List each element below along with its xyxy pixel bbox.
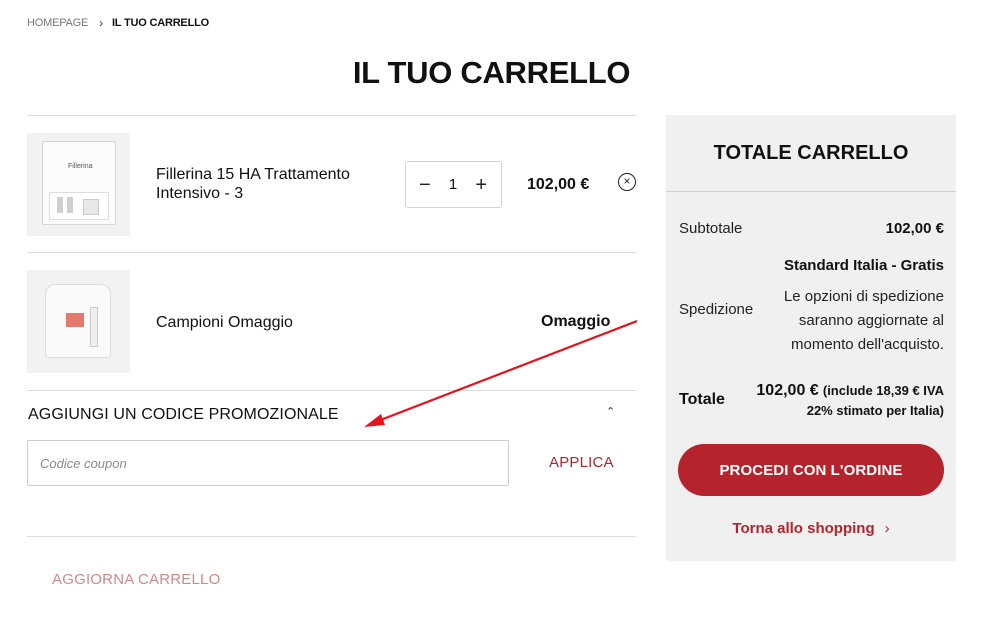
product-thumbnail[interactable] <box>27 270 130 373</box>
gift-bag-image <box>45 284 111 358</box>
total-tax-note: (include 18,39 € IVA 22% stimato per Ita… <box>806 383 944 418</box>
coupon-input[interactable] <box>27 440 509 486</box>
chevron-right-icon: › <box>884 520 890 537</box>
subtotal-label: Subtotale <box>679 220 743 237</box>
promo-section-title[interactable]: AGGIUNGI UN CODICE PROMOZIONALE <box>28 406 339 424</box>
checkout-button[interactable]: PROCEDI CON L'ORDINE <box>678 444 944 496</box>
breadcrumb-home-link[interactable]: HOMEPAGE <box>27 17 88 29</box>
shipping-label: Spedizione <box>679 301 754 318</box>
cart-summary-panel: TOTALE CARRELLO Subtotale 102,00 € Stand… <box>666 115 956 561</box>
quantity-value[interactable]: 1 <box>449 176 457 193</box>
divider <box>27 390 636 391</box>
annotation-arrow-line <box>377 319 638 423</box>
subtotal-value: 102,00 € <box>885 220 944 237</box>
product-box-image: Fillerina <box>42 141 116 225</box>
total-label: Totale <box>679 391 725 408</box>
breadcrumb: HOMEPAGE › IL TUO CARRELLO <box>27 16 209 30</box>
product-name[interactable]: Campioni Omaggio <box>156 313 293 332</box>
product-price: 102,00 € <box>527 176 590 193</box>
shipping-method: Standard Italia - Gratis <box>783 257 944 274</box>
sample-tube-shape <box>90 307 98 347</box>
quantity-stepper: − 1 + <box>405 161 502 208</box>
apply-coupon-button[interactable]: APPLICA <box>549 454 614 471</box>
divider <box>666 191 956 192</box>
plus-icon[interactable]: + <box>475 175 487 195</box>
total-amount: 102,00 € <box>756 382 819 399</box>
chevron-right-icon: › <box>99 16 103 30</box>
product-logo: Fillerina <box>68 163 93 170</box>
product-thumbnail[interactable]: Fillerina <box>27 133 130 236</box>
chevron-up-icon[interactable]: ⌃ <box>606 405 615 418</box>
product-name[interactable]: Fillerina 15 HA Trattamento Intensivo - … <box>156 165 376 203</box>
vial-shape <box>67 197 73 213</box>
jar-shape <box>83 199 99 215</box>
divider <box>27 252 636 253</box>
vial-shape <box>57 197 63 213</box>
back-to-shopping-link[interactable]: Torna allo shopping › <box>666 520 956 537</box>
shipping-note: Le opzioni di spedizione saranno aggiorn… <box>783 288 944 353</box>
update-cart-button[interactable]: AGGIORNA CARRELLO <box>52 571 220 588</box>
remove-item-icon[interactable]: × <box>618 173 636 191</box>
summary-title: TOTALE CARRELLO <box>713 142 909 164</box>
arrow-head-icon <box>364 414 385 427</box>
total-value: 102,00 € (include 18,39 € IVA 22% stimat… <box>739 381 944 421</box>
divider <box>27 115 636 116</box>
back-to-shopping-label: Torna allo shopping <box>732 520 875 537</box>
breadcrumb-current: IL TUO CARRELLO <box>111 17 209 29</box>
page-title: IL TUO CARRELLO <box>352 55 631 90</box>
minus-icon[interactable]: − <box>419 175 431 195</box>
gift-price: Omaggio <box>541 313 611 330</box>
divider <box>27 536 636 537</box>
sample-label-shape <box>66 313 84 327</box>
